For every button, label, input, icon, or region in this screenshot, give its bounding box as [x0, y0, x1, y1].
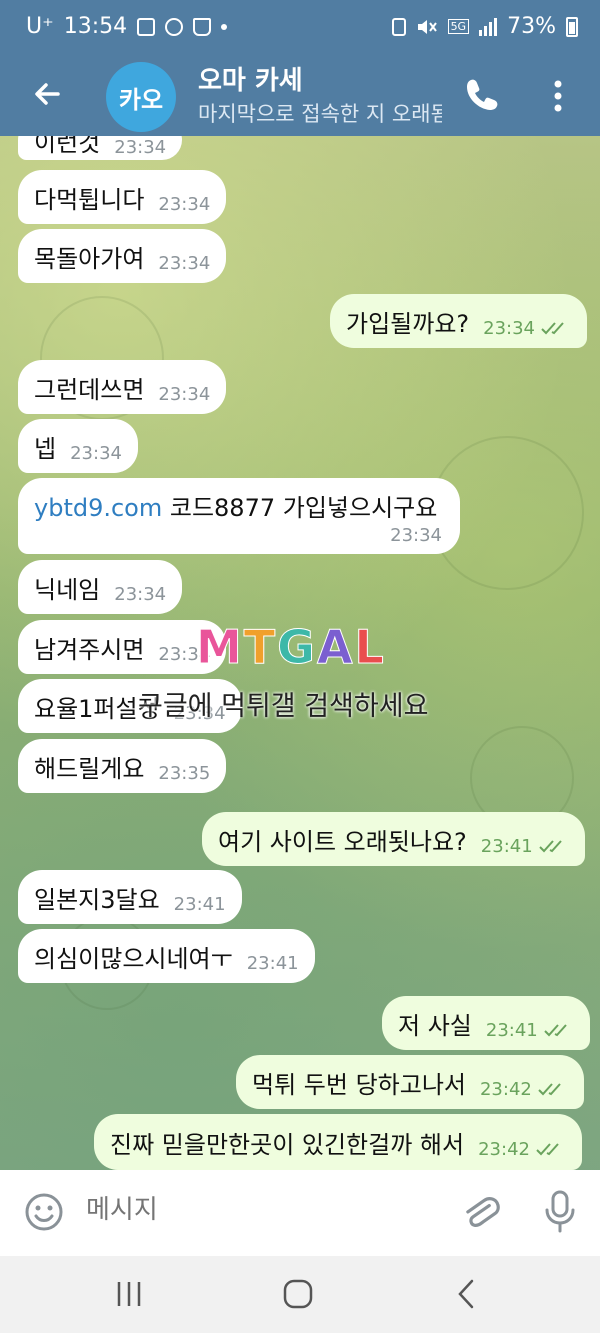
message-bubble-outgoing[interactable]: 여기 사이트 오래됫나요? 23:41: [202, 812, 585, 866]
watermark-logo-letter: A: [316, 620, 355, 675]
message-time: 23:34: [483, 317, 536, 339]
message-bubble-outgoing[interactable]: 가입될까요? 23:34: [330, 294, 588, 348]
message-text: 다먹튑니다: [34, 185, 145, 214]
message-bubble-incoming[interactable]: 일본지3달요 23:41: [18, 870, 242, 924]
watermark-logo: MTGAL: [196, 620, 386, 675]
carrier-label: U⁺: [26, 14, 54, 39]
message-text: 저 사실: [398, 1011, 472, 1040]
mute-icon: [417, 19, 437, 34]
message-time: 23:41: [173, 893, 226, 915]
watermark-logo-text: MTGAL: [196, 620, 386, 675]
cake-notification-icon: [193, 17, 212, 36]
network-type: 5G: [447, 19, 470, 34]
battery-percent: 73%: [507, 14, 556, 39]
message-text: 진짜 믿을만한곳이 있긴한걸까 해서: [110, 1130, 465, 1159]
message-bubble-incoming[interactable]: ybtd9.com 코드8877 가입넣으시구요 23:34: [18, 478, 460, 554]
message-time: 23:34: [158, 252, 211, 274]
message-time: 23:41: [480, 835, 533, 857]
message-bubble-incoming[interactable]: 넵 23:34: [18, 419, 138, 473]
chat-title[interactable]: 오마 카세: [198, 60, 303, 97]
watermark-logo-letter: T: [243, 620, 278, 675]
read-receipt-icon: [544, 1024, 567, 1037]
message-bubble-outgoing[interactable]: 먹튀 두번 당하고나서 23:42: [236, 1055, 584, 1109]
message-text: 남겨주시면: [34, 635, 145, 664]
message-time: 23:34: [70, 442, 122, 464]
more-notifications-icon: [221, 23, 228, 30]
message-time: 23:34: [158, 383, 211, 405]
message-text: 이런것: [34, 136, 101, 157]
message-time: 23:41: [246, 952, 299, 974]
phone-call-icon[interactable]: [462, 74, 502, 114]
message-link[interactable]: ybtd9.com: [34, 494, 162, 522]
status-bar: U⁺ 13:54 5G 73%: [0, 0, 600, 56]
watermark-text: 구글에 먹튀갤 검색하세요: [138, 691, 429, 722]
message-text: 코드8877 가입넣으시구요: [162, 494, 438, 522]
gallery-notification-icon: [137, 17, 156, 36]
recent-apps-icon[interactable]: [114, 1280, 144, 1308]
back-arrow-icon[interactable]: [28, 74, 68, 114]
read-receipt-icon: [538, 1083, 561, 1096]
message-text: 여기 사이트 오래됫나요?: [218, 827, 467, 856]
microphone-icon[interactable]: [540, 1188, 580, 1236]
avatar[interactable]: 카오: [106, 62, 176, 132]
message-bubble-incoming[interactable]: 다먹튑니다 23:34: [18, 170, 227, 224]
message-bubble-incoming[interactable]: 해드릴게요 23:35: [18, 739, 227, 793]
message-text: 목돌아가여: [34, 244, 145, 273]
message-bubble-incoming[interactable]: 의심이많으시네여ㅜ 23:41: [18, 929, 315, 983]
more-options-icon[interactable]: [548, 76, 568, 116]
read-receipt-icon: [538, 840, 562, 853]
watermark-logo-letter: M: [196, 620, 244, 675]
message-bubble-incoming[interactable]: 닉네임 23:34: [18, 560, 183, 614]
battery-icon: [566, 16, 578, 37]
home-icon[interactable]: [282, 1278, 314, 1310]
message-bubble-incoming[interactable]: 목돌아가여 23:34: [18, 229, 227, 283]
battery-saver-icon: [391, 17, 406, 36]
message-time: 23:42: [478, 1138, 530, 1160]
message-time: 23:34: [390, 525, 442, 546]
read-receipt-icon: [541, 322, 564, 335]
message-time: 23:34: [158, 193, 211, 215]
message-text: 닉네임: [34, 575, 101, 604]
message-time: 23:34: [114, 583, 167, 605]
message-text: 먹튀 두번 당하고나서: [252, 1070, 466, 1099]
watermark-logo-letter: L: [354, 620, 386, 675]
n-notification-icon: [165, 17, 184, 36]
last-seen-status: 마지막으로 접속한 지 오래됨: [198, 102, 442, 126]
message-time: 23:34: [114, 136, 167, 158]
clock: 13:54: [63, 14, 128, 39]
message-text: 가입될까요?: [346, 309, 470, 338]
message-time: 23:35: [158, 762, 211, 784]
message-composer: [0, 1170, 600, 1256]
message-input[interactable]: [84, 1194, 428, 1226]
attach-icon[interactable]: [460, 1190, 500, 1234]
chat-header: 카오 오마 카세 마지막으로 접속한 지 오래됨: [0, 56, 600, 136]
message-bubble-outgoing[interactable]: 진짜 믿을만한곳이 있긴한걸까 해서 23:42: [94, 1114, 582, 1170]
system-back-icon[interactable]: [454, 1278, 478, 1310]
system-navigation-bar: [0, 1256, 600, 1333]
message-text: 그런데쓰면: [34, 375, 145, 404]
message-text: 의심이많으시네여ㅜ: [34, 944, 233, 973]
message-text: 해드릴게요: [34, 754, 145, 783]
message-bubble-outgoing[interactable]: 저 사실 23:41: [382, 996, 590, 1050]
watermark-logo-letter: G: [277, 620, 317, 675]
message-time: 23:41: [485, 1019, 538, 1041]
message-bubble-incoming[interactable]: 이런것 23:34: [18, 136, 183, 160]
emoji-icon[interactable]: [24, 1192, 64, 1232]
message-time: 23:42: [479, 1078, 532, 1100]
message-text: 넵: [34, 434, 57, 463]
message-text: 일본지3달요: [34, 885, 160, 914]
signal-icon: [479, 17, 498, 36]
message-bubble-incoming[interactable]: 그런데쓰면 23:34: [18, 360, 227, 414]
read-receipt-icon: [536, 1143, 559, 1156]
